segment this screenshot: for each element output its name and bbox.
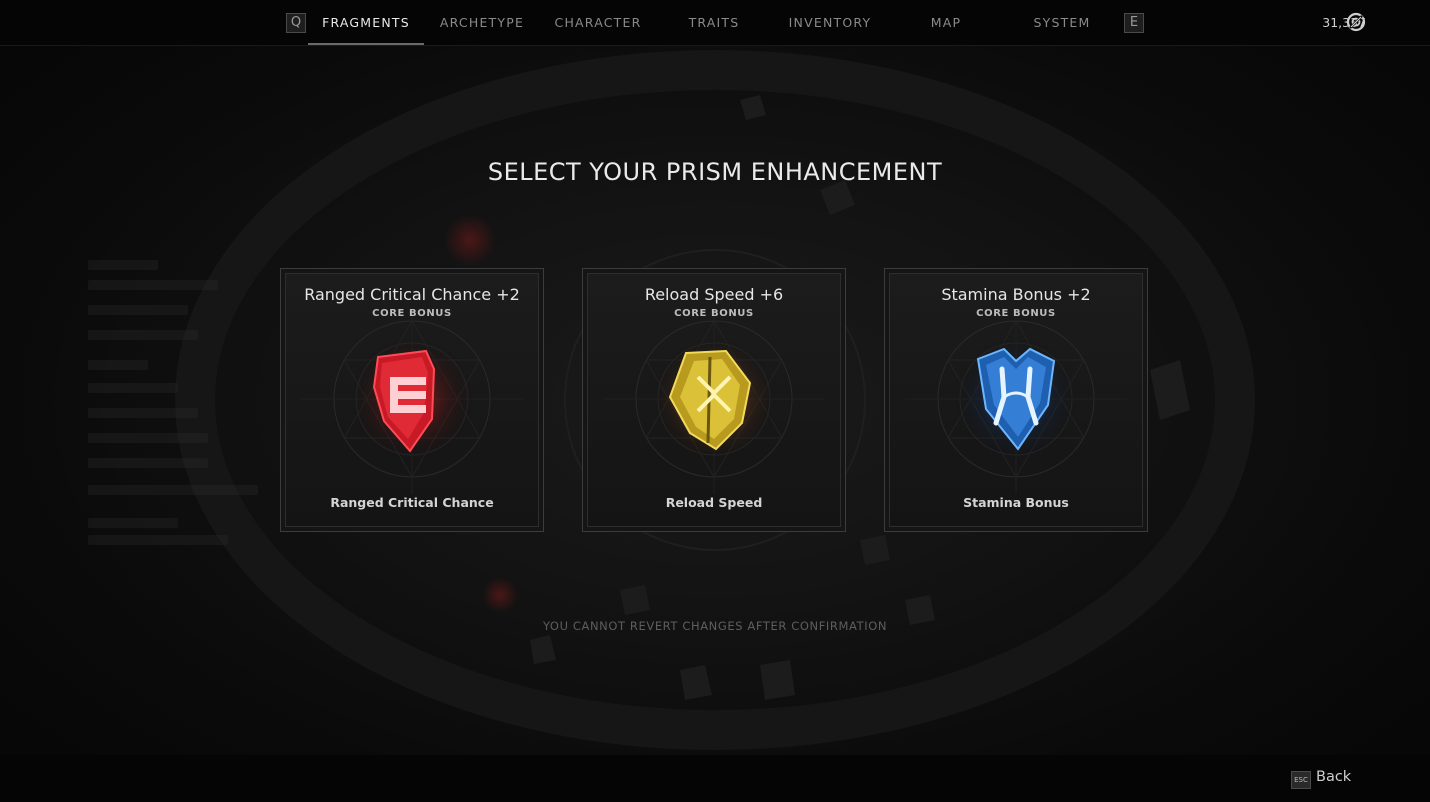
tab-traits[interactable]: TRAITS (656, 0, 772, 45)
enhancement-card-ranged-critical-chance[interactable]: Ranged Critical Chance +2 CORE BONUS Ran… (280, 268, 544, 532)
top-navigation-bar: Q FRAGMENTS ARCHETYPE CHARACTER TRAITS I… (0, 0, 1430, 46)
tab-system[interactable]: SYSTEM (1004, 0, 1120, 45)
tab-character[interactable]: CHARACTER (540, 0, 656, 45)
card-title: Stamina Bonus +2 (941, 285, 1091, 304)
tab-inventory[interactable]: INVENTORY (772, 0, 888, 45)
prism-enhancement-screen: Q FRAGMENTS ARCHETYPE CHARACTER TRAITS I… (0, 0, 1430, 802)
card-subtitle: CORE BONUS (372, 308, 452, 319)
page-title: SELECT YOUR PRISM ENHANCEMENT (487, 158, 943, 186)
enhancement-card-reload-speed[interactable]: Reload Speed +6 CORE BONUS Reload Speed (582, 268, 846, 532)
blue-fragment-icon (976, 347, 1056, 451)
red-fragment-icon (372, 349, 436, 453)
card-bonus-name: Stamina Bonus (963, 495, 1069, 510)
card-title: Reload Speed +6 (644, 285, 784, 304)
bottom-bar: ESC Back (0, 755, 1430, 802)
tab-map[interactable]: MAP (888, 0, 1004, 45)
back-button[interactable]: Back (1316, 769, 1351, 785)
tab-archetype[interactable]: ARCHETYPE (424, 0, 540, 45)
enhancement-card-stamina-bonus[interactable]: Stamina Bonus +2 CORE BONUS Stamina Bonu… (884, 268, 1148, 532)
card-subtitle: CORE BONUS (976, 308, 1056, 319)
background-stats-panel (80, 250, 280, 550)
card-bonus-name: Ranged Critical Chance (330, 495, 494, 510)
next-tab-key[interactable]: E (1124, 13, 1144, 33)
confirmation-warning: YOU CANNOT REVERT CHANGES AFTER CONFIRMA… (542, 619, 888, 633)
scrap-currency-icon (1346, 12, 1366, 32)
card-subtitle: CORE BONUS (674, 308, 754, 319)
yellow-fragment-icon (668, 349, 752, 451)
card-title: Ranged Critical Chance +2 (304, 285, 520, 304)
prev-tab-key[interactable]: Q (286, 13, 306, 33)
esc-key-icon: ESC (1291, 771, 1311, 789)
card-bonus-name: Reload Speed (665, 495, 763, 510)
tab-fragments[interactable]: FRAGMENTS (308, 0, 424, 45)
